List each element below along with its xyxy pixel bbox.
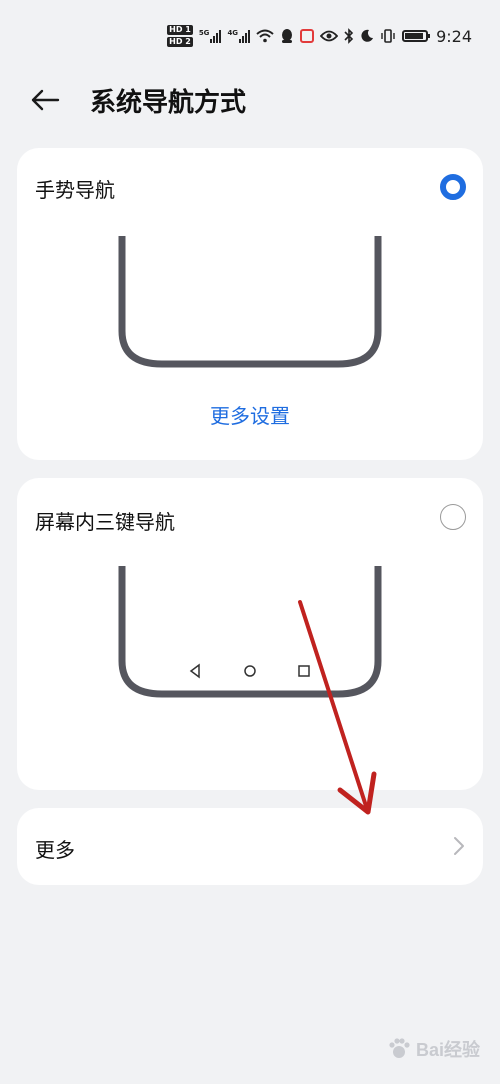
three-key-phone-illustration [118, 566, 382, 698]
hd1-badge: HD 1 [167, 25, 193, 35]
gesture-navigation-radio[interactable] [440, 174, 466, 200]
notification-icon [300, 29, 315, 43]
eye-icon [320, 30, 339, 42]
back-key-icon [189, 663, 200, 679]
signal-4g-label: 4G [227, 29, 239, 37]
status-bar: HD 1 HD 2 5G 4G 9:24 [0, 0, 500, 70]
chevron-right-icon [454, 837, 464, 855]
wifi-icon [256, 29, 274, 43]
signal-4g-icon: 4G [227, 29, 251, 43]
more-label: 更多 [35, 838, 75, 862]
hd2-badge: HD 2 [167, 37, 193, 47]
signal-5g-icon: 5G [199, 29, 222, 43]
three-key-navigation-option[interactable]: 屏幕内三键导航 [17, 478, 483, 790]
recents-key-icon [298, 665, 310, 677]
back-button[interactable] [30, 78, 70, 122]
moon-icon [361, 29, 374, 42]
status-icons: HD 1 HD 2 5G 4G 9:24 [167, 25, 472, 47]
vibrate-icon [381, 29, 395, 43]
qq-icon [282, 29, 293, 43]
bluetooth-icon [344, 28, 354, 44]
home-key-icon [244, 665, 256, 677]
more-settings-link[interactable]: 更多设置 [17, 400, 483, 429]
status-time: 9:24 [436, 26, 472, 46]
back-arrow-icon[interactable] [30, 89, 60, 111]
three-key-navigation-radio[interactable] [440, 504, 466, 530]
signal-5g-label: 5G [198, 29, 210, 37]
three-key-navigation-label: 屏幕内三键导航 [35, 510, 175, 534]
hd-badges: HD 1 HD 2 [167, 25, 193, 47]
more-row[interactable]: 更多 [17, 808, 483, 885]
gesture-navigation-option[interactable]: 手势导航 更多设置 [17, 148, 483, 460]
gesture-navigation-label: 手势导航 [35, 178, 115, 202]
watermark-text: Bai经验 [415, 1040, 480, 1060]
gesture-phone-illustration [118, 236, 382, 368]
page-title: 系统导航方式 [90, 87, 247, 118]
watermark: Bai经验 [386, 1036, 480, 1062]
paw-logo-icon [389, 1038, 410, 1058]
page-header: 系统导航方式 [30, 78, 246, 122]
battery-icon [402, 30, 431, 42]
